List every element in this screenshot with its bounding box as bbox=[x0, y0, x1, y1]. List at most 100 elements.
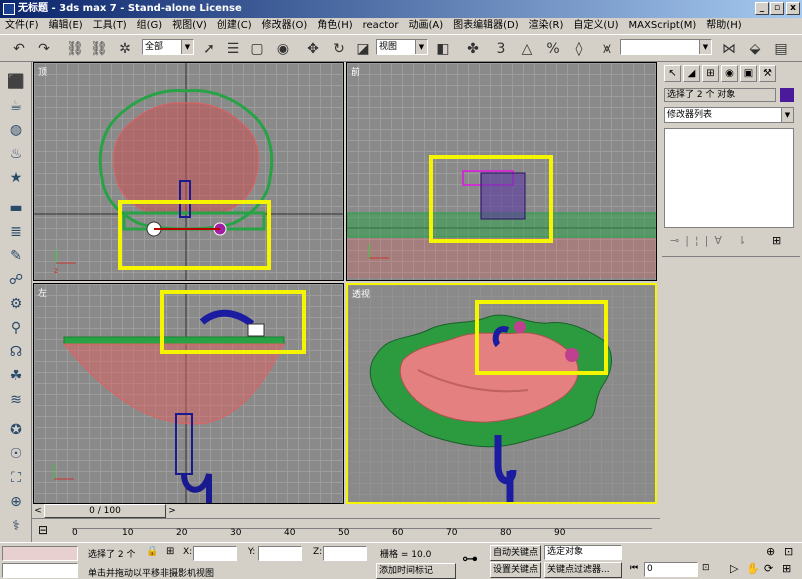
snap-toggle-icon[interactable]: 3 bbox=[490, 38, 512, 60]
hierarchy-icon[interactable]: ⚲ bbox=[6, 318, 26, 338]
modifier-list-dropdown[interactable]: 修改器列表 ▼ bbox=[664, 107, 794, 123]
align-icon[interactable]: ⬙ bbox=[744, 38, 766, 60]
spinner-snap-icon[interactable]: ◊ bbox=[568, 38, 590, 60]
zoom-icon[interactable]: ▷ bbox=[730, 562, 738, 575]
cylinder-icon[interactable]: ≣ bbox=[6, 222, 26, 242]
percent-snap-icon[interactable]: % bbox=[542, 38, 564, 60]
bone-icon[interactable]: ✎ bbox=[6, 246, 26, 266]
ragdoll-icon[interactable]: ⚕ bbox=[6, 516, 26, 536]
object-color-swatch[interactable] bbox=[780, 88, 794, 102]
move-icon[interactable]: ✥ bbox=[302, 38, 324, 60]
rect-selection-icon[interactable]: ▢ bbox=[246, 38, 268, 60]
zoom-extents-icon[interactable]: ⊡ bbox=[784, 545, 793, 558]
menu-modifiers[interactable]: 修改器(O) bbox=[257, 20, 313, 31]
key-icon[interactable]: ⊶ bbox=[462, 549, 478, 568]
menu-tools[interactable]: 工具(T) bbox=[88, 20, 132, 31]
utilities-tab-icon[interactable]: ⚒ bbox=[759, 65, 776, 82]
viewport-left[interactable]: 左 bbox=[33, 283, 344, 504]
mini-curve-editor-icon[interactable]: ⊟ bbox=[38, 523, 48, 537]
menu-file[interactable]: 文件(F) bbox=[0, 20, 44, 31]
undo-icon[interactable]: ↶ bbox=[8, 38, 30, 60]
menu-edit[interactable]: 编辑(E) bbox=[44, 20, 88, 31]
absolute-mode-icon[interactable]: ⊞ bbox=[166, 546, 174, 557]
stack-controls[interactable]: ⊸|¦|∀ ⇂ bbox=[670, 234, 753, 247]
menu-create[interactable]: 创建(C) bbox=[212, 20, 257, 31]
display-tab-icon[interactable]: ▣ bbox=[740, 65, 757, 82]
select-by-name-icon[interactable]: ☰ bbox=[222, 38, 244, 60]
menu-help[interactable]: 帮助(H) bbox=[701, 20, 746, 31]
wave-icon[interactable]: ≋ bbox=[6, 390, 26, 410]
add-time-tag-button[interactable]: 添加时间标记 bbox=[376, 563, 456, 579]
auto-key-button[interactable]: 自动关键点 bbox=[490, 545, 542, 561]
modify-tab-icon[interactable]: ◢ bbox=[683, 65, 700, 82]
cloth-icon[interactable]: ⛶ bbox=[6, 468, 26, 488]
track-bar[interactable]: ⊟ 0 10 20 30 40 50 60 70 80 90 bbox=[32, 518, 660, 542]
maximize-button[interactable]: ▫ bbox=[770, 2, 784, 15]
reactor-icon[interactable]: ✪ bbox=[6, 420, 26, 440]
pan-hand-icon[interactable]: ✋ bbox=[746, 562, 760, 575]
layer-manager-icon[interactable]: ▤ bbox=[770, 38, 792, 60]
link-icon[interactable]: ⛓ bbox=[64, 38, 86, 60]
go-to-start-icon[interactable]: ⏮ bbox=[630, 563, 638, 573]
maxscript-listener-field[interactable] bbox=[2, 546, 78, 561]
menu-graph-editors[interactable]: 图表编辑器(D) bbox=[448, 20, 524, 31]
configure-sets-icon[interactable]: ⊞ bbox=[772, 234, 781, 247]
teapot-icon[interactable]: ☕ bbox=[6, 96, 26, 116]
menu-views[interactable]: 视图(V) bbox=[167, 20, 212, 31]
key-filters-button[interactable]: 关键点过滤器... bbox=[544, 562, 622, 578]
motion-tab-icon[interactable]: ◉ bbox=[721, 65, 738, 82]
menu-reactor[interactable]: reactor bbox=[358, 20, 404, 31]
named-selection-dropdown[interactable]: ▼ bbox=[620, 39, 712, 55]
angle-snap-icon[interactable]: △ bbox=[516, 38, 538, 60]
time-config-icon[interactable]: ⊡ bbox=[702, 563, 710, 573]
minimize-button[interactable]: _ bbox=[755, 2, 769, 15]
bind-spacewarp-icon[interactable]: ✲ bbox=[114, 38, 136, 60]
mirror-icon[interactable]: ⋈ bbox=[718, 38, 740, 60]
unlink-icon[interactable]: ⛓ bbox=[88, 38, 110, 60]
render-icon[interactable]: ☉ bbox=[6, 444, 26, 464]
prev-frame-arrow-icon[interactable]: < bbox=[32, 504, 44, 518]
light-icon[interactable]: ♨ bbox=[6, 144, 26, 164]
create-tab-icon[interactable]: ↖ bbox=[664, 65, 681, 82]
viewport-perspective[interactable]: 透视 bbox=[346, 283, 657, 504]
menu-rendering[interactable]: 渲染(R) bbox=[524, 20, 569, 31]
key-mode-dropdown[interactable]: 选定对象 bbox=[544, 545, 622, 560]
zoom-all-icon[interactable]: ⊕ bbox=[766, 545, 775, 558]
close-button[interactable]: x bbox=[786, 2, 800, 15]
modifier-stack[interactable] bbox=[664, 128, 794, 228]
menu-customize[interactable]: 自定义(U) bbox=[568, 20, 623, 31]
x-coordinate-field[interactable] bbox=[193, 546, 237, 561]
character-icon[interactable]: ☘ bbox=[6, 366, 26, 386]
arc-rotate-icon[interactable]: ⟳ bbox=[764, 562, 773, 575]
sphere-icon[interactable]: ◍ bbox=[6, 120, 26, 140]
redo-icon[interactable]: ↷ bbox=[33, 38, 55, 60]
next-frame-arrow-icon[interactable]: > bbox=[166, 504, 178, 518]
select-object-icon[interactable]: ➚ bbox=[198, 38, 220, 60]
star-shape-icon[interactable]: ★ bbox=[6, 168, 26, 188]
select-manipulate-icon[interactable]: ✤ bbox=[462, 38, 484, 60]
menu-group[interactable]: 组(G) bbox=[132, 20, 168, 31]
pivot-center-icon[interactable]: ◧ bbox=[432, 38, 454, 60]
y-coordinate-field[interactable] bbox=[258, 546, 302, 561]
maximize-viewport-icon[interactable]: ⊞ bbox=[782, 562, 791, 575]
menu-character[interactable]: 角色(H) bbox=[312, 20, 357, 31]
motion-icon[interactable]: ☊ bbox=[6, 342, 26, 362]
lock-icon[interactable]: 🔒 bbox=[146, 546, 158, 557]
edit-named-selection-icon[interactable]: ⩙ bbox=[596, 38, 618, 60]
viewport-top[interactable]: 顶 z bbox=[33, 62, 344, 281]
window-crossing-icon[interactable]: ◉ bbox=[272, 38, 294, 60]
dynamics-icon[interactable]: ⊕ bbox=[6, 492, 26, 512]
menu-animation[interactable]: 动画(A) bbox=[403, 20, 448, 31]
menu-maxscript[interactable]: MAXScript(M) bbox=[624, 20, 702, 31]
rotate-icon[interactable]: ↻ bbox=[328, 38, 350, 60]
scale-icon[interactable]: ◪ bbox=[352, 38, 374, 60]
ref-coord-dropdown[interactable]: 视图 ▼ bbox=[376, 39, 428, 55]
set-key-button[interactable]: 设置关键点 bbox=[490, 562, 542, 578]
gear-icon[interactable]: ⚙ bbox=[6, 294, 26, 314]
hierarchy-tab-icon[interactable]: ⊞ bbox=[702, 65, 719, 82]
compound-object-icon[interactable]: ▬ bbox=[6, 198, 26, 218]
particle-icon[interactable]: ☍ bbox=[6, 270, 26, 290]
selection-filter-dropdown[interactable]: 全部 ▼ bbox=[142, 39, 194, 55]
z-coordinate-field[interactable] bbox=[323, 546, 367, 561]
current-frame-field[interactable]: 0 bbox=[644, 562, 698, 577]
